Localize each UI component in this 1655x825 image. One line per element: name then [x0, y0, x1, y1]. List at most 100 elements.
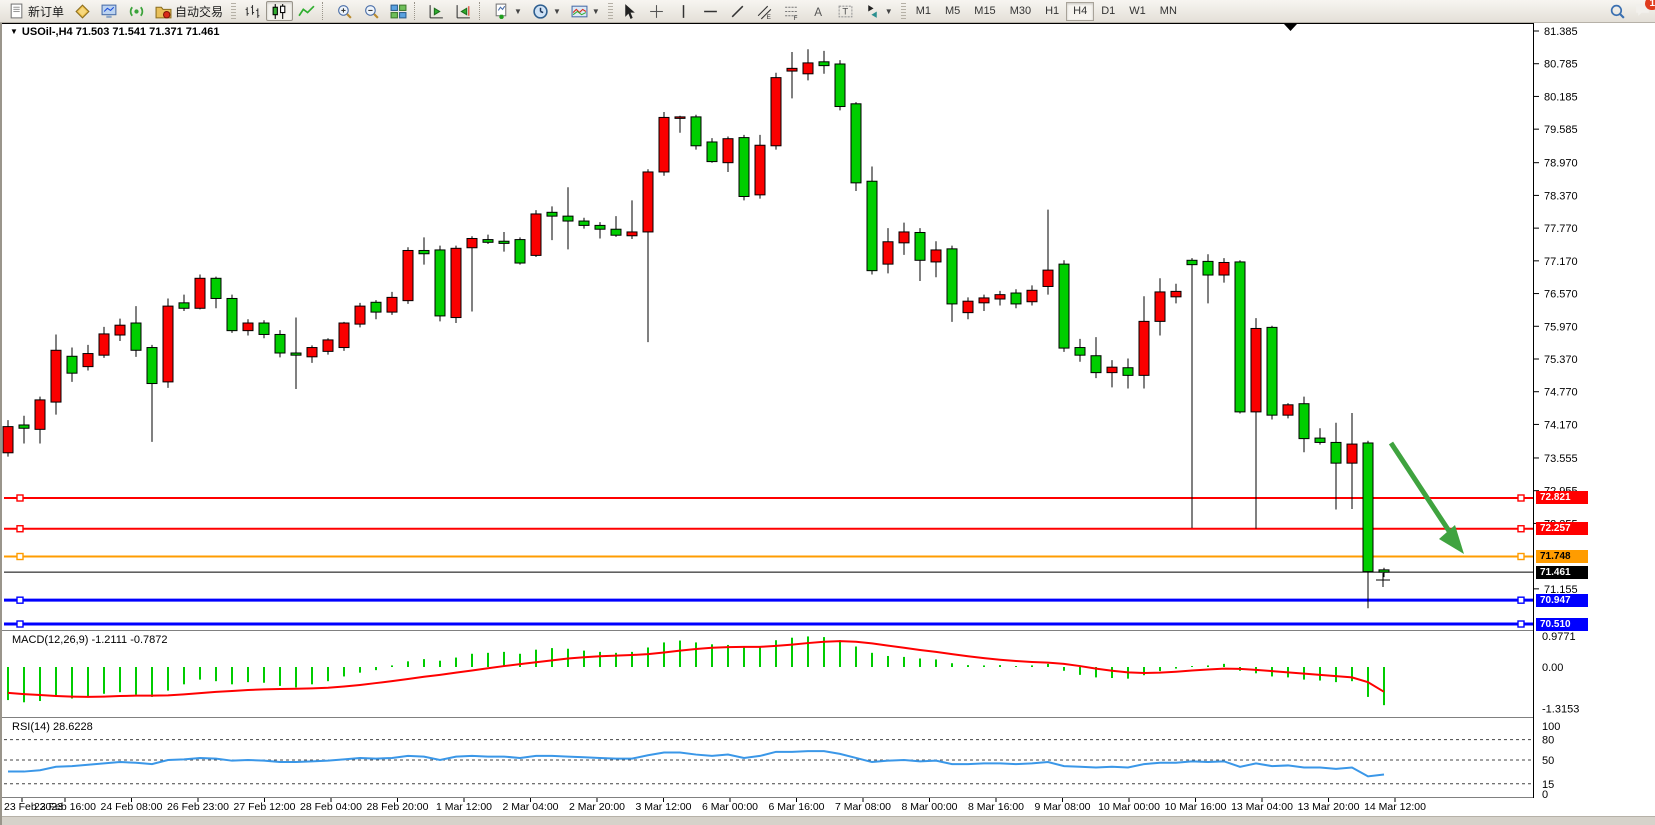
timeframe-button-m30[interactable]: M30 [1003, 2, 1038, 21]
time-axis-label[interactable]: 10 Mar 00:00 [1098, 801, 1160, 813]
vertical-line-button[interactable] [670, 1, 697, 21]
time-axis-label[interactable]: 26 Feb 23:00 [167, 801, 229, 813]
toolbar-drag-handle[interactable] [231, 3, 236, 19]
hline-handle[interactable] [1518, 495, 1524, 501]
toolbar: 新订单 自动交易 [0, 0, 1655, 23]
candle-down [179, 303, 189, 308]
hline-handle[interactable] [17, 495, 23, 501]
hline-handle[interactable] [1518, 554, 1524, 560]
auto-trading-button[interactable]: 自动交易 [150, 1, 228, 21]
search-icon[interactable] [1609, 3, 1626, 20]
crosshair-button[interactable] [643, 1, 670, 21]
time-axis-label[interactable]: 10 Mar 16:00 [1165, 801, 1227, 813]
candle-up [83, 354, 93, 367]
zoom-out-button[interactable] [358, 1, 385, 21]
periods-button[interactable]: ▼ [527, 1, 566, 21]
candle-down [19, 425, 29, 428]
hline-handle[interactable] [1518, 621, 1524, 627]
chart-area: 81.38580.78580.18579.58578.97078.37077.7… [0, 23, 1655, 825]
hline-handle[interactable] [17, 597, 23, 603]
time-axis-label[interactable]: 2 Mar 20:00 [569, 801, 625, 813]
new-order-icon [8, 3, 25, 20]
candlestick-chart-button[interactable] [266, 1, 293, 21]
signal-button[interactable] [123, 1, 150, 21]
chart-shift-marker[interactable] [1284, 24, 1297, 31]
candle-down [1187, 260, 1197, 264]
time-axis-label[interactable]: 13 Mar 20:00 [1298, 801, 1360, 813]
hline-handle[interactable] [1518, 597, 1524, 603]
candle-up [51, 350, 61, 402]
chart-shift-button[interactable] [450, 1, 477, 21]
tile-windows-button[interactable] [385, 1, 412, 21]
timeframe-button-h4[interactable]: H4 [1066, 2, 1094, 21]
text-label-button[interactable]: T [832, 1, 859, 21]
rsi-axis-label: 80 [1542, 735, 1554, 747]
arrows-button[interactable]: ▼ [859, 1, 898, 21]
time-axis-label[interactable]: 7 Mar 08:00 [835, 801, 891, 813]
hline-handle[interactable] [17, 621, 23, 627]
svg-text:T: T [842, 6, 848, 17]
trendline-button[interactable] [724, 1, 751, 21]
timeframe-button-h1[interactable]: H1 [1038, 2, 1066, 21]
time-axis-label[interactable]: 8 Mar 16:00 [968, 801, 1024, 813]
timeframe-button-w1[interactable]: W1 [1122, 2, 1153, 21]
gold-button[interactable] [69, 1, 96, 21]
auto-scroll-button[interactable] [423, 1, 450, 21]
timeframe-button-m15[interactable]: M15 [967, 2, 1002, 21]
candle-up [883, 242, 893, 264]
timeframe-button-d1[interactable]: D1 [1094, 2, 1122, 21]
candle-down [1091, 356, 1101, 373]
market-watch-button[interactable] [96, 1, 123, 21]
chart-menu-triangle-icon[interactable]: ▼ [10, 27, 18, 36]
fibonacci-button[interactable]: F [778, 1, 805, 21]
time-axis-label[interactable]: 24 Feb 08:00 [101, 801, 163, 813]
candle-up [659, 117, 669, 172]
text-label-icon: T [837, 3, 854, 20]
time-axis-label[interactable]: 9 Mar 08:00 [1034, 801, 1090, 813]
new-order-button[interactable]: 新订单 [3, 1, 69, 21]
hline-handle[interactable] [1518, 526, 1524, 532]
timeframe-button-m1[interactable]: M1 [909, 2, 938, 21]
time-axis-label[interactable]: 28 Feb 20:00 [367, 801, 429, 813]
price-chart-canvas[interactable]: 81.38580.78580.18579.58578.97078.37077.7… [2, 23, 1655, 825]
time-axis-label[interactable]: 6 Mar 16:00 [768, 801, 824, 813]
toolbar-drag-handle[interactable] [608, 3, 613, 19]
templates-button[interactable]: ▼ [566, 1, 605, 21]
trend-arrow-line[interactable] [1391, 443, 1451, 534]
toolbar-drag-handle[interactable] [901, 3, 906, 19]
zoom-in-button[interactable] [331, 1, 358, 21]
chat-button[interactable]: 1 [1634, 1, 1651, 21]
price-axis-label: 74.170 [1544, 419, 1578, 431]
chevron-down-icon: ▼ [592, 7, 600, 16]
time-axis-label[interactable]: 3 Mar 12:00 [635, 801, 691, 813]
timeframe-button-mn[interactable]: MN [1153, 2, 1184, 21]
line-chart-button[interactable] [293, 1, 320, 21]
mt4-window: 新订单 自动交易 [0, 0, 1655, 825]
horizontal-line-button[interactable] [697, 1, 724, 21]
time-axis-label[interactable]: 14 Mar 12:00 [1364, 801, 1426, 813]
price-axis-label: 80.185 [1544, 91, 1578, 103]
equidistant-channel-button[interactable]: E [751, 1, 778, 21]
toolbar-separator [322, 2, 329, 20]
bar-chart-button[interactable] [239, 1, 266, 21]
rsi-axis-label: 50 [1542, 755, 1554, 767]
time-axis-label[interactable]: 23 Feb 16:00 [34, 801, 96, 813]
hline-handle[interactable] [17, 526, 23, 532]
time-axis-label[interactable]: 13 Mar 04:00 [1231, 801, 1293, 813]
time-axis-label[interactable]: 6 Mar 00:00 [702, 801, 758, 813]
indicators-button[interactable]: ▼ [488, 1, 527, 21]
time-axis-label[interactable]: 28 Feb 04:00 [300, 801, 362, 813]
time-axis-label[interactable]: 1 Mar 12:00 [436, 801, 492, 813]
cursor-button[interactable] [616, 1, 643, 21]
hline-handle[interactable] [17, 554, 23, 560]
toolbar-separator [414, 2, 421, 20]
text-button[interactable]: A [805, 1, 832, 21]
zoom-out-icon [363, 3, 380, 20]
time-axis-label[interactable]: 2 Mar 04:00 [502, 801, 558, 813]
timeframe-button-m5[interactable]: M5 [938, 2, 967, 21]
candle-down [707, 142, 717, 162]
time-axis-label[interactable]: 27 Feb 12:00 [234, 801, 296, 813]
candle-up [531, 214, 541, 255]
time-axis-label[interactable]: 8 Mar 00:00 [901, 801, 957, 813]
price-axis-label: 74.770 [1544, 387, 1578, 399]
